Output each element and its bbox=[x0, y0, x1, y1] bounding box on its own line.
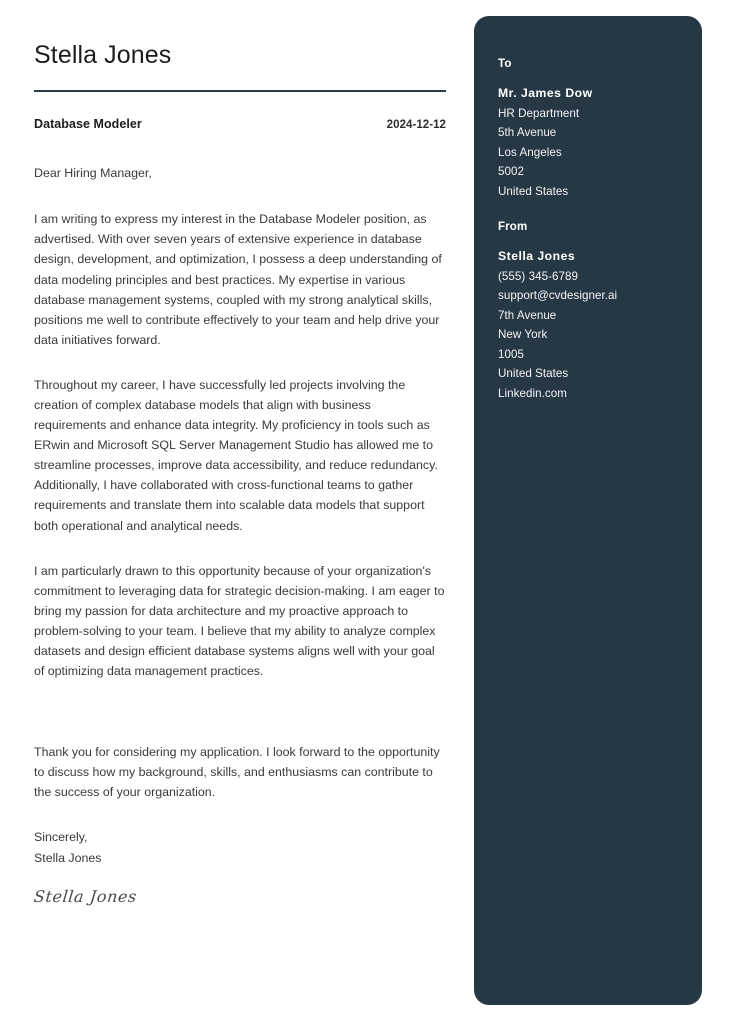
recipient-block: To Mr. James Dow HR Department 5th Avenu… bbox=[498, 58, 702, 201]
signature: Stella Jones bbox=[33, 886, 138, 906]
letter-paragraph: Thank you for considering my application… bbox=[34, 745, 440, 800]
recipient-line: United States bbox=[498, 184, 569, 198]
recipient-name: Mr. James Dow bbox=[498, 86, 593, 100]
letter-paragraph: I am writing to express my interest in t… bbox=[34, 212, 442, 347]
recipient-line: 5002 bbox=[498, 165, 524, 179]
job-title: Database Modeler bbox=[34, 117, 142, 131]
sender-email[interactable]: support@cvdesigner.ai bbox=[498, 286, 702, 305]
letter-paragraph: Throughout my career, I have successfull… bbox=[34, 377, 438, 533]
letter-paragraph: I am particularly drawn to this opportun… bbox=[34, 563, 445, 679]
sender-line: 7th Avenue bbox=[498, 308, 557, 322]
sender-linkedin[interactable]: Linkedin.com bbox=[498, 384, 702, 403]
letter-meta-row: Database Modeler 2024-12-12 bbox=[34, 117, 446, 131]
sender-label: From bbox=[498, 221, 528, 234]
page-title: Stella Jones bbox=[34, 41, 172, 69]
contact-sidebar: To Mr. James Dow HR Department 5th Avenu… bbox=[474, 16, 702, 1005]
header-divider bbox=[34, 90, 446, 92]
recipient-line: HR Department bbox=[498, 106, 580, 120]
sender-block: From Stella Jones (555) 345-6789 support… bbox=[498, 221, 702, 403]
sender-phone: (555) 345-6789 bbox=[498, 269, 578, 283]
letter-body-column: Stella Jones Database Modeler 2024-12-12… bbox=[33, 0, 446, 906]
sender-line: New York bbox=[498, 328, 548, 342]
closing-block: Sincerely, Stella Jones bbox=[34, 827, 446, 867]
recipient-line: Los Angeles bbox=[498, 145, 562, 159]
salutation: Dear Hiring Manager, bbox=[34, 166, 152, 180]
closing-salutation: Sincerely, bbox=[34, 830, 88, 845]
sender-line: United States bbox=[498, 367, 569, 381]
sender-line: 1005 bbox=[498, 347, 524, 361]
recipient-line: 5th Avenue bbox=[498, 126, 557, 140]
letter-paragraphs: I am writing to express my interest in t… bbox=[34, 209, 446, 802]
letter-page: Stella Jones Database Modeler 2024-12-12… bbox=[0, 0, 730, 1024]
closing-name: Stella Jones bbox=[34, 850, 102, 865]
letter-date: 2024-12-12 bbox=[386, 119, 446, 131]
recipient-label: To bbox=[498, 58, 512, 70]
sender-name: Stella Jones bbox=[498, 249, 576, 264]
